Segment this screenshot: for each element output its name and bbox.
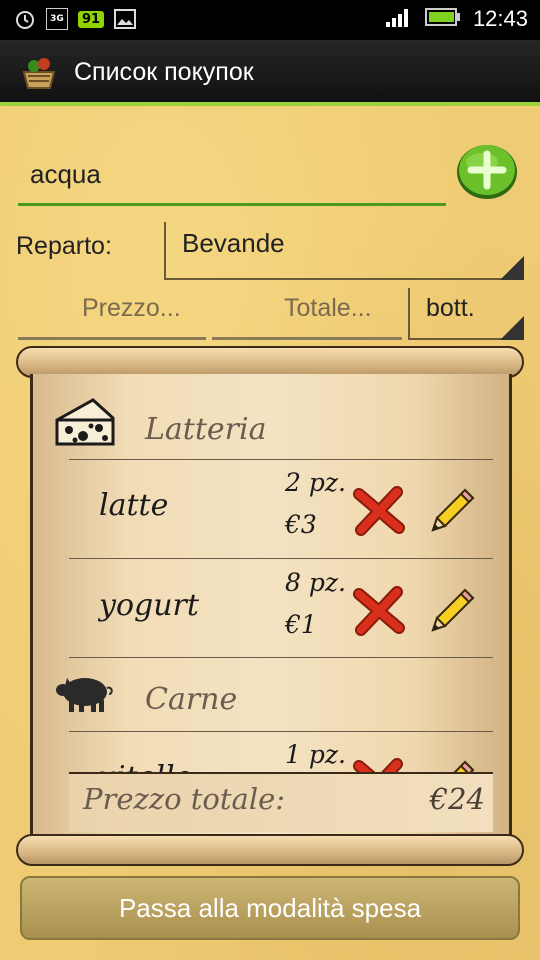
status-bar: 3G 91 12:43 (0, 0, 540, 40)
total-input[interactable]: Totale... (212, 288, 402, 340)
basket-icon (20, 54, 58, 90)
item-quantity: 8 pz. (285, 568, 346, 597)
category-label: Latteria (145, 412, 267, 447)
dropdown-arrow-icon (500, 256, 524, 280)
category-header-latteria: Latteria (53, 396, 493, 466)
shopping-list[interactable]: Latteria latte 2 pz. €3 yogurt 8 pz. €1 (30, 374, 512, 840)
category-label: Carne (145, 682, 238, 717)
price-input[interactable]: Prezzo... (18, 288, 206, 340)
total-value: €24 (429, 782, 485, 816)
pig-icon (53, 666, 117, 722)
total-placeholder: Totale... (284, 294, 372, 322)
department-value: Bevande (182, 228, 285, 258)
pencil-edit-icon[interactable] (425, 582, 477, 638)
item-price: €3 (285, 510, 317, 539)
price-placeholder: Prezzo... (82, 294, 181, 322)
delete-x-icon[interactable] (353, 486, 405, 536)
total-bar: Prezzo totale: €24 (69, 772, 493, 832)
divider (69, 657, 493, 658)
image-notification-icon (114, 8, 137, 30)
scroll-bottom-roll (16, 834, 524, 866)
clock-time: 12:43 (472, 6, 528, 31)
department-spinner[interactable]: Bevande (164, 222, 524, 280)
item-name: latte (99, 488, 169, 523)
pencil-edit-icon[interactable] (425, 482, 477, 538)
network-3g-badge: 3G (46, 8, 68, 30)
total-label: Prezzo totale: (83, 782, 286, 816)
item-name: yogurt (99, 588, 199, 623)
action-bar: Список покупок (0, 40, 540, 106)
dropdown-arrow-icon (500, 316, 524, 340)
shopping-mode-button[interactable]: Passa alla modalità spesa (20, 876, 520, 940)
category-header-carne: Carne (53, 666, 493, 736)
battery-percent-badge: 91 (78, 10, 105, 28)
divider (69, 558, 493, 559)
item-name-input[interactable] (18, 146, 446, 206)
list-item-latte[interactable]: latte 2 pz. €3 (33, 462, 509, 560)
list-item-yogurt[interactable]: yogurt 8 pz. €1 (33, 562, 509, 660)
add-item-button[interactable] (454, 140, 520, 200)
department-label: Reparto: (16, 232, 112, 260)
item-quantity: 1 pz. (285, 740, 346, 769)
cheese-icon (53, 396, 117, 452)
divider (69, 731, 493, 732)
item-price: €1 (285, 610, 317, 639)
signal-icon (385, 6, 413, 32)
app-title: Список покупок (74, 58, 254, 86)
item-quantity: 2 pz. (285, 468, 346, 497)
unit-spinner[interactable]: bott. (408, 288, 524, 340)
unit-value: bott. (426, 294, 475, 322)
alarm-icon (14, 8, 36, 30)
delete-x-icon[interactable] (353, 586, 405, 636)
battery-icon (424, 7, 461, 31)
divider (69, 459, 493, 460)
